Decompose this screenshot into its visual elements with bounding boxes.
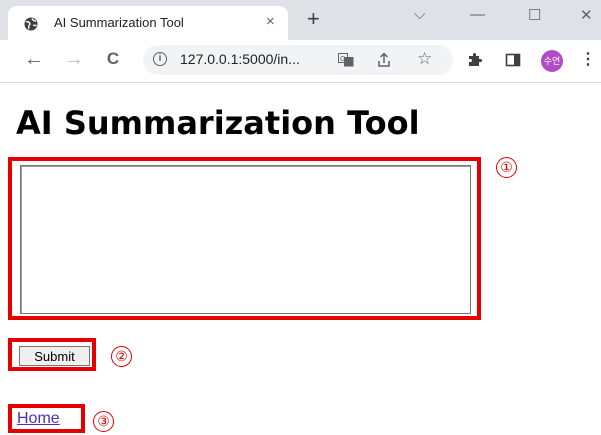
tab-title: AI Summarization Tool xyxy=(54,15,184,30)
browser-tab[interactable]: AI Summarization Tool × xyxy=(8,6,288,40)
home-link[interactable]: Home xyxy=(17,410,60,428)
more-menu-icon[interactable]: ⋮ xyxy=(580,49,596,69)
page-title: AI Summarization Tool xyxy=(16,104,420,142)
tab-search-chevron-icon[interactable]: ⌵ xyxy=(414,6,425,23)
submit-button[interactable]: Submit xyxy=(19,346,90,366)
close-window-icon[interactable]: ✕ xyxy=(580,6,593,24)
site-info-icon[interactable]: i xyxy=(153,52,167,66)
forward-arrow-icon[interactable]: → xyxy=(62,47,86,71)
new-tab-button[interactable]: + xyxy=(307,8,320,30)
annotation-marker-1: ① xyxy=(496,157,517,178)
globe-favicon-icon xyxy=(24,17,38,31)
annotation-marker-2: ② xyxy=(111,346,132,367)
reload-icon[interactable]: C xyxy=(101,47,125,71)
back-arrow-icon[interactable]: ← xyxy=(22,47,46,71)
annotation-box-home: Home xyxy=(8,404,85,433)
profile-avatar[interactable]: 수연 xyxy=(541,50,563,72)
extensions-puzzle-icon[interactable] xyxy=(467,52,483,68)
translate-icon[interactable]: G xyxy=(338,53,354,67)
share-icon[interactable] xyxy=(376,52,392,68)
maximize-icon[interactable]: ☐ xyxy=(528,6,541,24)
address-bar[interactable]: i 127.0.0.1:5000/in... G ☆ xyxy=(143,45,453,75)
side-panel-icon[interactable] xyxy=(505,52,521,68)
annotation-box-submit: Submit xyxy=(8,338,96,371)
annotation-box-textarea xyxy=(8,157,481,320)
browser-toolbar: ← → C i 127.0.0.1:5000/in... G ☆ 수연 ⋮ xyxy=(0,40,601,83)
tab-strip: AI Summarization Tool × + ⌵ — ☐ ✕ xyxy=(0,0,601,40)
text-input-area[interactable] xyxy=(20,165,471,314)
minimize-icon[interactable]: — xyxy=(470,6,485,23)
bookmark-star-icon[interactable]: ☆ xyxy=(417,49,432,69)
tab-close-icon[interactable]: × xyxy=(266,13,275,30)
url-text[interactable]: 127.0.0.1:5000/in... xyxy=(180,51,300,67)
svg-text:G: G xyxy=(340,56,345,63)
annotation-marker-3: ③ xyxy=(93,411,114,432)
